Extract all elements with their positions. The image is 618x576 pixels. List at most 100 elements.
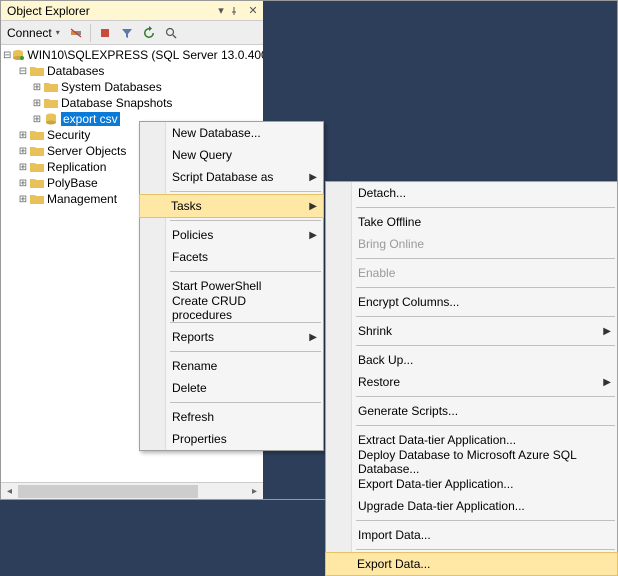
menu-separator: [170, 351, 321, 352]
scroll-left-icon[interactable]: ◂: [1, 483, 18, 500]
expand-icon[interactable]: ⊞: [17, 194, 29, 205]
menu-new-database[interactable]: New Database...: [140, 122, 323, 144]
collapse-icon[interactable]: ⊟: [17, 66, 29, 77]
menu-label: Export Data-tier Application...: [358, 477, 513, 491]
tree-dbsnap-label: Database Snapshots: [61, 96, 172, 110]
menu-enable: Enable: [326, 262, 617, 284]
folder-icon: [29, 128, 45, 142]
menu-new-query[interactable]: New Query: [140, 144, 323, 166]
refresh-icon[interactable]: [139, 23, 159, 43]
menu-encrypt-columns[interactable]: Encrypt Columns...: [326, 291, 617, 313]
expand-icon[interactable]: ⊞: [17, 162, 29, 173]
search-icon[interactable]: [161, 23, 181, 43]
folder-icon: [29, 64, 45, 78]
scroll-right-icon[interactable]: ▸: [246, 483, 263, 500]
menu-detach[interactable]: Detach...: [326, 182, 617, 204]
tree-serverobjects-label: Server Objects: [47, 144, 126, 158]
menu-label: New Query: [172, 148, 232, 162]
tree-databases[interactable]: ⊟ Databases: [3, 63, 263, 79]
submenu-arrow-icon: ▶: [309, 201, 317, 212]
menu-label: Script Database as: [172, 170, 273, 184]
menu-bring-online: Bring Online: [326, 233, 617, 255]
menu-label: Rename: [172, 359, 217, 373]
menu-label: Reports: [172, 330, 214, 344]
menu-separator: [170, 322, 321, 323]
menu-tasks[interactable]: Tasks▶: [139, 194, 324, 218]
pin-icon[interactable]: [229, 6, 245, 16]
menu-shrink[interactable]: Shrink▶: [326, 320, 617, 342]
menu-rename[interactable]: Rename: [140, 355, 323, 377]
menu-facets[interactable]: Facets: [140, 246, 323, 268]
tree-sysdb[interactable]: ⊞ System Databases: [3, 79, 263, 95]
menu-delete[interactable]: Delete: [140, 377, 323, 399]
menu-import-data[interactable]: Import Data...: [326, 524, 617, 546]
menu-export-data[interactable]: Export Data...: [325, 552, 618, 576]
menu-label: Start PowerShell: [172, 279, 261, 293]
menu-upgrade-datatier[interactable]: Upgrade Data-tier Application...: [326, 495, 617, 517]
collapse-icon[interactable]: ⊟: [3, 50, 11, 61]
menu-label: New Database...: [172, 126, 261, 140]
submenu-arrow-icon: ▶: [309, 230, 317, 241]
menu-label: Bring Online: [358, 237, 424, 251]
menu-refresh[interactable]: Refresh: [140, 406, 323, 428]
menu-take-offline[interactable]: Take Offline: [326, 211, 617, 233]
menu-restore[interactable]: Restore▶: [326, 371, 617, 393]
toolbar: Connect ▾: [1, 21, 263, 45]
connect-dropdown-icon[interactable]: ▾: [56, 28, 64, 37]
menu-separator: [356, 258, 615, 259]
menu-label: Refresh: [172, 410, 214, 424]
tree-management-label: Management: [47, 192, 117, 206]
database-icon: [43, 112, 59, 126]
filter-icon[interactable]: [117, 23, 137, 43]
menu-reports[interactable]: Reports ▶: [140, 326, 323, 348]
expand-icon[interactable]: ⊞: [17, 178, 29, 189]
menu-separator: [356, 425, 615, 426]
tree-sysdb-label: System Databases: [61, 80, 162, 94]
stop-icon[interactable]: [95, 23, 115, 43]
tree-replication-label: Replication: [47, 160, 106, 174]
menu-properties[interactable]: Properties: [140, 428, 323, 450]
dropdown-icon[interactable]: ▾: [213, 4, 229, 17]
expand-icon[interactable]: ⊞: [17, 146, 29, 157]
folder-icon: [29, 144, 45, 158]
menu-label: Restore: [358, 375, 400, 389]
submenu-arrow-icon: ▶: [309, 332, 317, 343]
scroll-track[interactable]: [18, 484, 246, 499]
expand-icon[interactable]: ⊞: [31, 114, 43, 125]
expand-icon[interactable]: ⊞: [17, 130, 29, 141]
expand-icon[interactable]: ⊞: [31, 98, 43, 109]
expand-icon[interactable]: ⊞: [31, 82, 43, 93]
menu-separator: [356, 287, 615, 288]
tree-server-label: WIN10\SQLEXPRESS (SQL Server 13.0.4001 -…: [27, 48, 263, 62]
horizontal-scrollbar[interactable]: ◂ ▸: [1, 482, 263, 499]
menu-label: Extract Data-tier Application...: [358, 433, 516, 447]
menu-policies[interactable]: Policies ▶: [140, 224, 323, 246]
menu-label: Upgrade Data-tier Application...: [358, 499, 525, 513]
disconnect-icon[interactable]: [66, 23, 86, 43]
close-icon[interactable]: ✕: [245, 4, 261, 17]
folder-icon: [29, 192, 45, 206]
tree-dbsnap[interactable]: ⊞ Database Snapshots: [3, 95, 263, 111]
menu-create-crud[interactable]: Create CRUD procedures: [140, 297, 323, 319]
menu-label: Deploy Database to Microsoft Azure SQL D…: [358, 448, 599, 476]
menu-separator: [170, 271, 321, 272]
tree-polybase-label: PolyBase: [47, 176, 98, 190]
connect-button[interactable]: Connect: [5, 26, 54, 40]
scroll-thumb[interactable]: [18, 485, 198, 498]
tree-server[interactable]: ⊟ WIN10\SQLEXPRESS (SQL Server 13.0.4001…: [3, 47, 263, 63]
menu-label: Policies: [172, 228, 213, 242]
menu-generate-scripts[interactable]: Generate Scripts...: [326, 400, 617, 422]
menu-back-up[interactable]: Back Up...: [326, 349, 617, 371]
tree-exportcsv-label: export csv: [61, 112, 120, 126]
menu-label: Shrink: [358, 324, 392, 338]
folder-icon: [29, 160, 45, 174]
context-menu-tasks: Detach... Take Offline Bring Online Enab…: [325, 181, 618, 576]
menu-separator: [356, 207, 615, 208]
menu-label: Take Offline: [358, 215, 421, 229]
menu-script-database[interactable]: Script Database as ▶: [140, 166, 323, 188]
menu-separator: [170, 191, 321, 192]
menu-deploy-azure[interactable]: Deploy Database to Microsoft Azure SQL D…: [326, 451, 617, 473]
menu-separator: [356, 316, 615, 317]
menu-export-datatier[interactable]: Export Data-tier Application...: [326, 473, 617, 495]
submenu-arrow-icon: ▶: [309, 172, 317, 183]
